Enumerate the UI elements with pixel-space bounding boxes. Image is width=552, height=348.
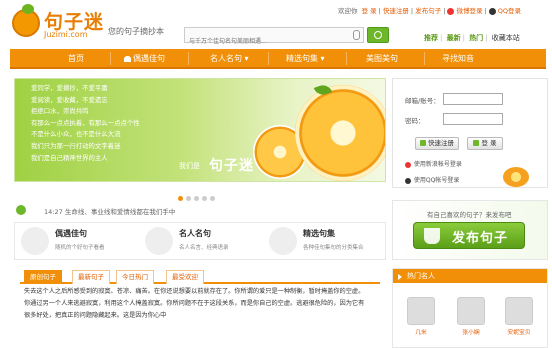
user-icon bbox=[16, 205, 26, 215]
quick-register-link[interactable]: 快速注册 bbox=[383, 7, 409, 15]
orange-logo-icon bbox=[12, 4, 40, 37]
cup-icon bbox=[424, 228, 440, 244]
login-panel: 邮箱/账号： 密码： 快速注册 登 录 使用新浪帐号登录 使用QQ帐号登录 bbox=[392, 78, 548, 188]
quote-text: 失去这个人之后所感受到的寂寞、苍凉、痛苦。在你还说想要以前就存在了。你所谓的爱只… bbox=[24, 288, 365, 319]
nav-random-quote[interactable]: 偶遇佳句 bbox=[124, 53, 165, 64]
tab-original[interactable]: 原创句子 bbox=[24, 270, 62, 284]
search-button[interactable] bbox=[367, 27, 389, 43]
person-icon bbox=[145, 227, 173, 255]
welcome-text: 欢迎你 bbox=[338, 7, 358, 15]
banner-tag: 我们是 bbox=[179, 162, 200, 170]
top-bar: 欢迎你 登 录 | 快速注册 | 发布句子 | 微博登录 | QQ登录 bbox=[338, 7, 521, 15]
qq-icon bbox=[488, 7, 496, 15]
quick-register-button[interactable]: 快速注册 bbox=[415, 137, 459, 150]
page: 句子迷 Juzimi.com 您的句子摘抄本 欢迎你 登 录| 快速注册| 发布… bbox=[0, 0, 552, 348]
info-bar: 14:27 生命线、事业线和爱情线都在我们手中 bbox=[14, 203, 386, 219]
search-input[interactable] bbox=[185, 34, 349, 49]
publish-box: 有自己喜欢的句子？来发布吧 发布句子 bbox=[392, 200, 548, 260]
qq-login-link[interactable]: QQ登录 bbox=[498, 7, 521, 15]
login-link[interactable]: 登 录 bbox=[362, 7, 377, 15]
recommend-link[interactable]: 推荐 bbox=[424, 34, 438, 42]
sub-links: 推荐 | 最新 | 热门 | 收藏本站 bbox=[424, 34, 520, 42]
publish-button[interactable]: 发布句子 bbox=[413, 222, 525, 249]
popular-people-title: 热门名人 bbox=[393, 269, 547, 283]
card-random-quote[interactable]: 偶遇佳句 随机的个好句子看看 bbox=[19, 226, 137, 258]
tab-latest[interactable]: 最新句子 bbox=[72, 270, 110, 284]
nav-collections[interactable]: 精选句集 ▾ bbox=[286, 53, 325, 64]
nav-find-friends[interactable]: 寻找知音 bbox=[442, 53, 474, 64]
book-icon bbox=[21, 227, 49, 255]
person-item[interactable]: 张小娴 bbox=[451, 297, 491, 336]
person-item[interactable]: 几米 bbox=[401, 297, 441, 336]
hot-link[interactable]: 热门 bbox=[469, 34, 483, 42]
password-label: 密码： bbox=[405, 117, 425, 125]
info-text: 14:27 生命线、事业线和爱情线都在我们手中 bbox=[44, 208, 176, 216]
banner-text: 爱同学，爱摘抄，不爱平庸 爱阅读，爱收藏，不爱遗忘 拒绝口水，崇尚共鸣 有那么一… bbox=[31, 84, 140, 162]
nav-famous-quotes[interactable]: 名人名句 ▾ bbox=[210, 53, 249, 64]
orange-icon bbox=[503, 167, 529, 187]
qq-icon bbox=[405, 177, 411, 184]
microphone-icon[interactable] bbox=[353, 30, 360, 40]
feature-cards: 偶遇佳句 随机的个好句子看看 名人名句 名人名言、经典语录 精选句集 各种佳句集… bbox=[14, 222, 386, 260]
banner-brand: 句子迷 bbox=[209, 158, 254, 174]
avatar bbox=[457, 297, 485, 325]
carousel-dot[interactable] bbox=[202, 196, 207, 201]
qq-login-option[interactable]: 使用QQ帐号登录 bbox=[405, 175, 459, 184]
check-icon bbox=[473, 140, 480, 146]
carousel-dot[interactable] bbox=[186, 196, 191, 201]
tab-most-popular[interactable]: 最受欢迎 bbox=[166, 270, 204, 284]
logo-en: Juzimi.com bbox=[44, 30, 88, 39]
latest-link[interactable]: 最新 bbox=[447, 34, 461, 42]
person-item[interactable]: 安妮宝贝 bbox=[499, 297, 539, 336]
tab-today-hot[interactable]: 今日热门 bbox=[116, 270, 154, 284]
weibo-login-link[interactable]: 微博登录 bbox=[456, 7, 482, 15]
email-field[interactable] bbox=[443, 93, 503, 105]
favorite-link[interactable]: 收藏本站 bbox=[492, 34, 520, 42]
album-icon bbox=[269, 227, 297, 255]
nav-home[interactable]: 首页 bbox=[68, 53, 84, 64]
carousel-dots bbox=[178, 186, 218, 201]
publish-question: 有自己喜欢的句子？来发布吧 bbox=[427, 211, 512, 219]
avatar bbox=[505, 297, 533, 325]
card-collections[interactable]: 精选句集 各种佳句集句的分类集合 bbox=[267, 226, 385, 258]
heart-icon bbox=[124, 55, 131, 62]
weibo-login-option[interactable]: 使用新浪帐号登录 bbox=[405, 159, 462, 168]
publish-link[interactable]: 发布句子 bbox=[415, 7, 441, 15]
logo-slogan: 您的句子摘抄本 bbox=[108, 27, 164, 36]
main-nav: 首页 偶遇佳句 名人名句 ▾ 精选句集 ▾ 美图美句 寻找知音 bbox=[10, 49, 546, 69]
carousel-dot[interactable] bbox=[210, 196, 215, 201]
nav-pictures[interactable]: 美图美句 bbox=[366, 53, 398, 64]
search-box bbox=[184, 27, 364, 49]
avatar bbox=[407, 297, 435, 325]
password-field[interactable] bbox=[443, 113, 503, 125]
content-tabs: 原创句子 最新句子 今日热门 最受欢迎 bbox=[20, 268, 380, 284]
card-famous-quotes[interactable]: 名人名句 名人名言、经典语录 bbox=[143, 226, 261, 258]
popular-people: 热门名人 几米 张小娴 安妮宝贝 bbox=[392, 268, 548, 348]
orange-image bbox=[295, 85, 385, 181]
site-logo[interactable]: 句子迷 Juzimi.com bbox=[12, 4, 182, 45]
weibo-icon bbox=[447, 7, 455, 15]
check-icon bbox=[420, 140, 426, 146]
hero-banner[interactable]: 爱同学，爱摘抄，不爱平庸 爱阅读，爱收藏，不爱遗忘 拒绝口水，崇尚共鸣 有那么一… bbox=[14, 78, 386, 182]
email-label: 邮箱/账号： bbox=[405, 97, 440, 105]
weibo-icon bbox=[405, 161, 411, 168]
carousel-dot[interactable] bbox=[178, 196, 183, 201]
carousel-dot[interactable] bbox=[194, 196, 199, 201]
login-button[interactable]: 登 录 bbox=[467, 137, 503, 150]
